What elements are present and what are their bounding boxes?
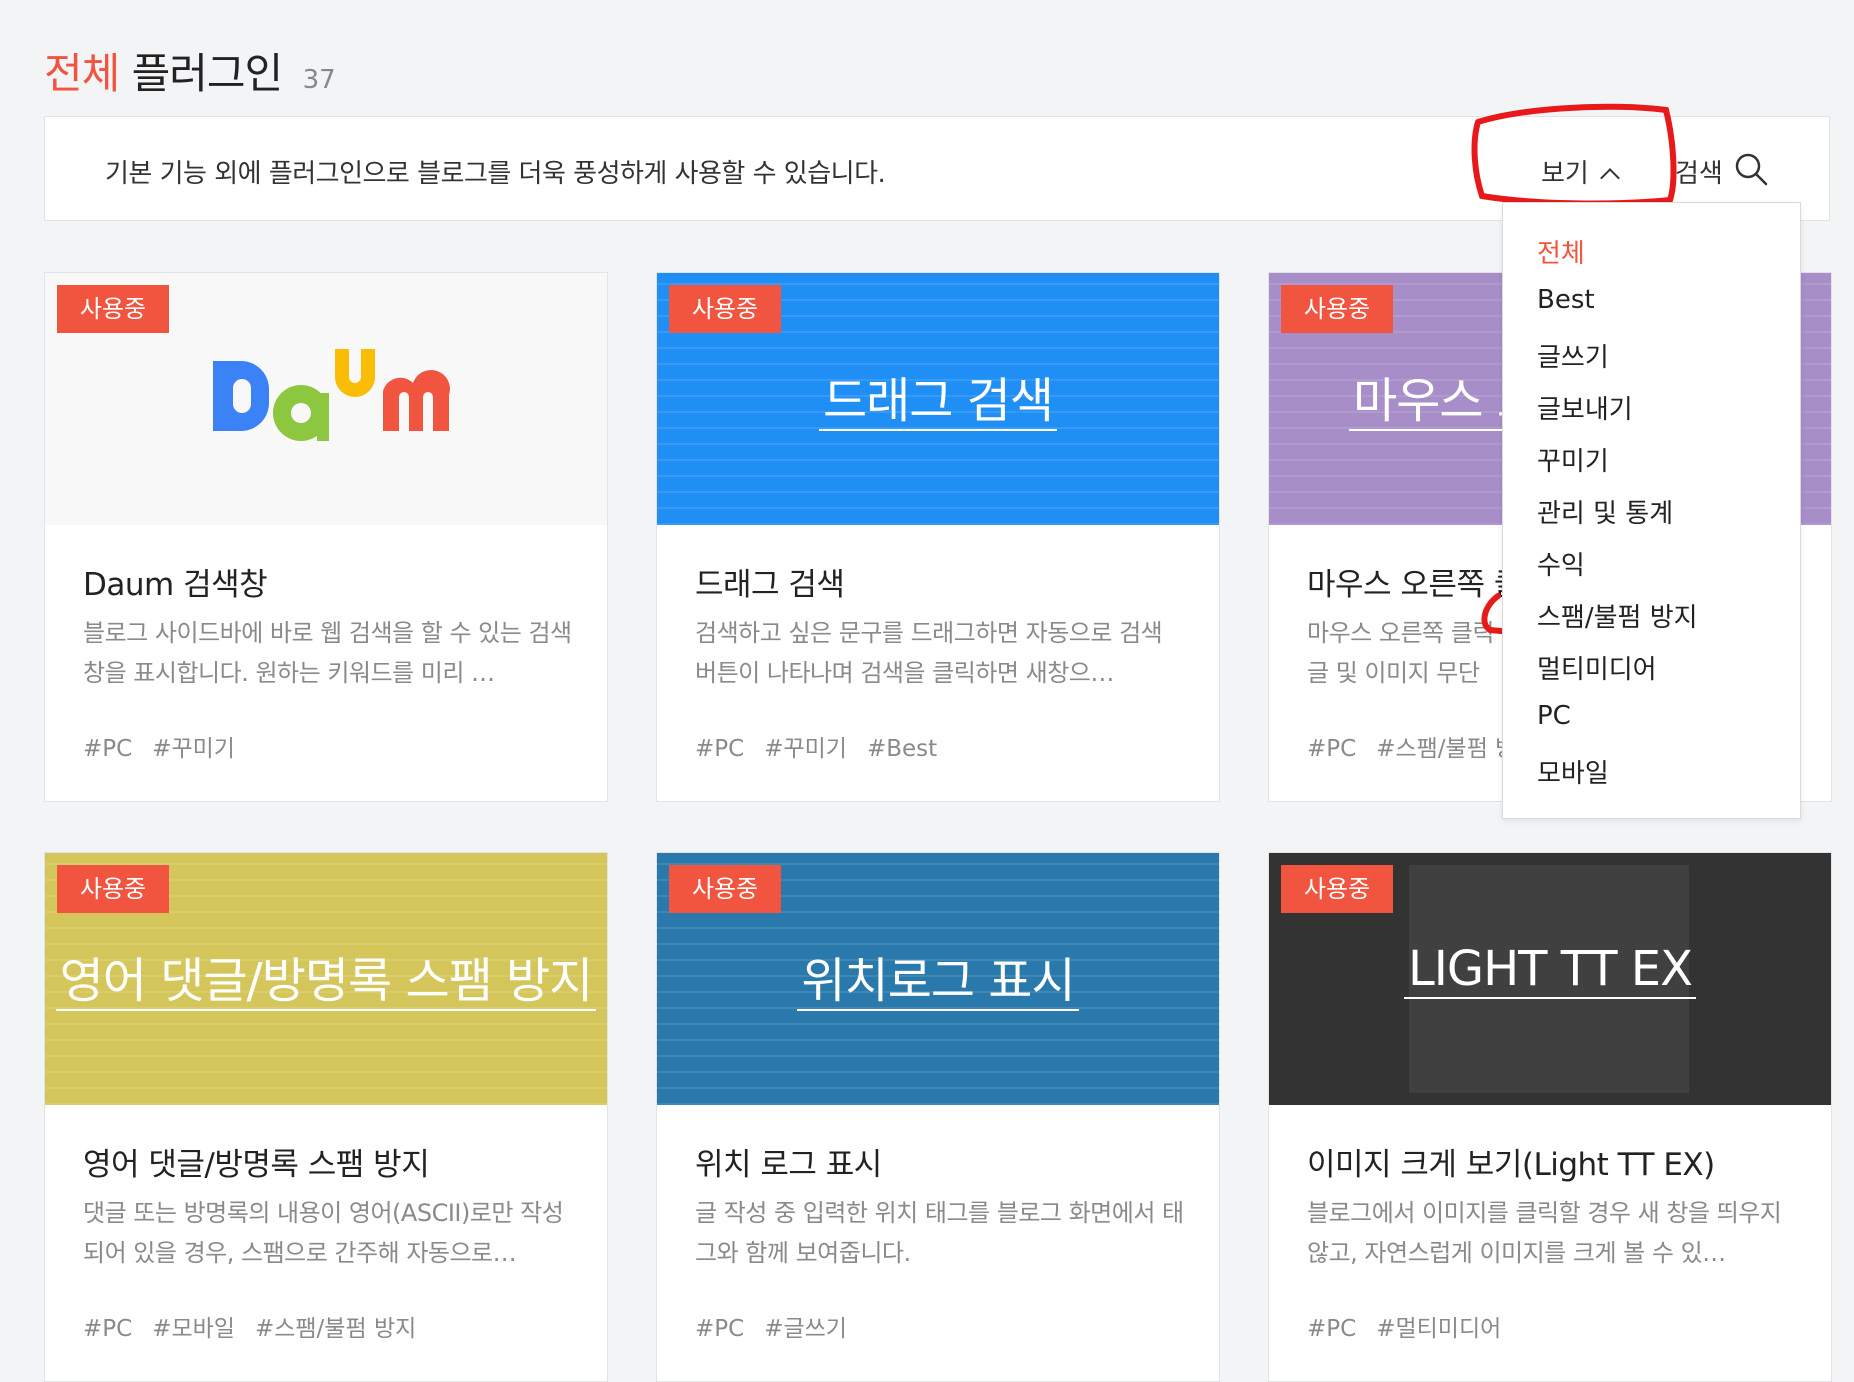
tag[interactable]: #PC: [1307, 736, 1356, 762]
plugin-description: 검색하고 싶은 문구를 드래그하면 자동으로 검색 버튼이 나타나며 검색을 클…: [695, 619, 1163, 687]
plugin-tags: #PC #멀티미디어: [1307, 1309, 1521, 1343]
tag[interactable]: #PC: [83, 1316, 132, 1342]
plugin-description: 블로그에서 이미지를 클릭할 경우 새 창을 띄우지 않고, 자연스럽게 이미지…: [1307, 1199, 1782, 1267]
tag[interactable]: #스팸/불펌 방: [1376, 736, 1516, 762]
thumbnail-title: 위치로그 표시: [797, 953, 1079, 1011]
dropdown-item-export[interactable]: 글보내기: [1537, 389, 1633, 426]
plugin-description: 마우스 오른쪽 클릭 글 및 이미지 무단 복: [1307, 619, 1494, 687]
plugin-name: 영어 댓글/방명록 스팸 방지: [83, 1147, 430, 1183]
plugin-card-location-log[interactable]: 위치로그 표시 사용중 위치 로그 표시 글 작성 중 입력한 위치 태그를 블…: [656, 852, 1220, 1382]
tag[interactable]: #꾸미기: [152, 736, 235, 762]
tag[interactable]: #PC: [695, 736, 744, 762]
in-use-badge: 사용중: [669, 285, 781, 333]
search-icon: [1735, 153, 1768, 186]
plugin-card-english-spam[interactable]: 영어 댓글/방명록 스팸 방지 사용중 영어 댓글/방명록 스팸 방지 댓글 또…: [44, 852, 608, 1382]
plugin-tags: #PC #글쓰기: [695, 1309, 867, 1343]
page-title: 전체 플러그인 37: [44, 40, 336, 101]
tag[interactable]: #멀티미디어: [1376, 1316, 1501, 1342]
tag[interactable]: #PC: [1307, 1316, 1356, 1342]
plugin-card-daum[interactable]: 사용중 Daum 검색창 블로그 사이드바에 바로 웹 검색을 할 수 있는 검…: [44, 272, 608, 802]
in-use-badge: 사용중: [1281, 865, 1393, 913]
info-description: 기본 기능 외에 플러그인으로 블로그를 더욱 풍성하게 사용할 수 있습니다.: [105, 159, 886, 189]
dropdown-item-spam[interactable]: 스팸/불펌 방지: [1537, 597, 1698, 634]
plugin-name: 드래그 검색: [695, 567, 845, 603]
tag[interactable]: #글쓰기: [764, 1316, 847, 1342]
plugin-card-light-tt-ex[interactable]: LIGHT TT EX 사용중 이미지 크게 보기(Light TT EX) 블…: [1268, 852, 1832, 1382]
dropdown-item-writing[interactable]: 글쓰기: [1537, 337, 1609, 374]
tag[interactable]: #스팸/불펌 방지: [255, 1316, 416, 1342]
plugin-tags: #PC #모바일 #스팸/불펌 방지: [83, 1309, 436, 1343]
plugin-tags: #PC #꾸미기 #Best: [695, 729, 957, 763]
plugin-count: 37: [302, 65, 336, 95]
view-dropdown-menu: 전체 Best 글쓰기 글보내기 꾸미기 관리 및 통계 수익 스팸/불펌 방지…: [1502, 202, 1801, 819]
in-use-badge: 사용중: [1281, 285, 1393, 333]
in-use-badge: 사용중: [57, 285, 169, 333]
thumbnail-title: 드래그 검색: [818, 373, 1058, 431]
plugin-card-drag-search[interactable]: 드래그 검색 사용중 드래그 검색 검색하고 싶은 문구를 드래그하면 자동으로…: [656, 272, 1220, 802]
in-use-badge: 사용중: [669, 865, 781, 913]
dropdown-item-decorate[interactable]: 꾸미기: [1537, 441, 1609, 478]
title-main: 플러그인: [131, 49, 284, 98]
dropdown-item-best[interactable]: Best: [1537, 285, 1595, 315]
plugin-name: Daum 검색창: [83, 567, 268, 603]
annotation-circle-view: [1471, 103, 1677, 207]
plugin-name: 이미지 크게 보기(Light TT EX): [1307, 1147, 1715, 1183]
thumbnail-title: 영어 댓글/방명록 스팸 방지: [55, 953, 597, 1011]
tag[interactable]: #꾸미기: [764, 736, 847, 762]
tag[interactable]: #Best: [867, 736, 937, 762]
dropdown-item-revenue[interactable]: 수익: [1537, 545, 1585, 582]
thumbnail-title: LIGHT TT EX: [1403, 941, 1697, 999]
dropdown-item-all[interactable]: 전체: [1537, 233, 1585, 270]
title-accent: 전체: [44, 49, 120, 98]
dropdown-item-mobile[interactable]: 모바일: [1537, 753, 1609, 790]
tag[interactable]: #PC: [83, 736, 132, 762]
daum-logo: [213, 349, 450, 441]
dropdown-item-management[interactable]: 관리 및 통계: [1537, 493, 1673, 530]
plugin-name: 위치 로그 표시: [695, 1147, 882, 1183]
dropdown-item-multimedia[interactable]: 멀티미디어: [1537, 649, 1657, 686]
search-button[interactable]: 검색: [1675, 153, 1768, 190]
search-label: 검색: [1675, 159, 1723, 189]
plugin-description: 블로그 사이드바에 바로 웹 검색을 할 수 있는 검색창을 표시합니다. 원하…: [83, 619, 572, 687]
plugin-description: 글 작성 중 입력한 위치 태그를 블로그 화면에서 태그와 함께 보여줍니다.: [695, 1199, 1184, 1267]
plugin-tags: #PC #꾸미기: [83, 729, 255, 763]
tag[interactable]: #PC: [695, 1316, 744, 1342]
dropdown-item-pc[interactable]: PC: [1537, 701, 1571, 731]
plugin-description: 댓글 또는 방명록의 내용이 영어(ASCII)로만 작성되어 있을 경우, 스…: [83, 1199, 564, 1267]
in-use-badge: 사용중: [57, 865, 169, 913]
tag[interactable]: #모바일: [152, 1316, 235, 1342]
